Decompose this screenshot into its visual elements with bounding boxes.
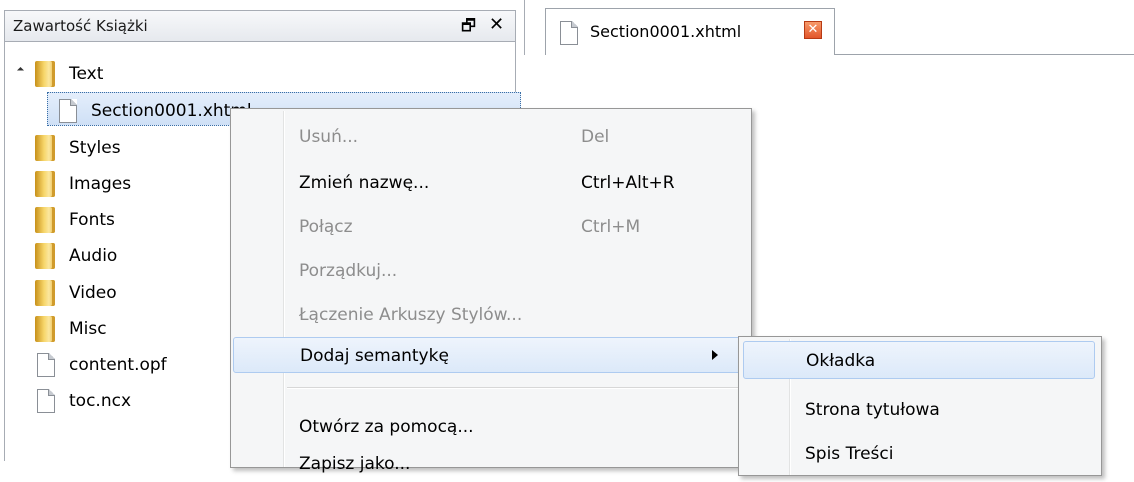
folder-icon (35, 316, 55, 342)
menu-item-label: Otwórz za pomocą... (299, 417, 474, 437)
menu-item-label: Zmień nazwę... (299, 173, 430, 193)
restore-window-icon[interactable]: 🗗 (461, 15, 476, 42)
folder-icon (35, 171, 55, 197)
file-icon (37, 353, 55, 377)
folder-icon (35, 135, 55, 161)
tree-item-label: Section0001.xhtml (91, 101, 252, 121)
menu-item-shortcut: Ctrl+Alt+R (581, 173, 675, 193)
panel-header: Zawartość Książki 🗗 ✕ (4, 10, 516, 42)
tree-item-label: Styles (69, 138, 121, 158)
tree-item-label: content.opf (69, 355, 167, 375)
submenu-item-label: Okładka (806, 351, 876, 371)
tree-item-label: Fonts (69, 210, 115, 230)
menu-item-delete[interactable]: Usuń... Del (233, 119, 749, 155)
submenu-item-title-page[interactable]: Strona tytułowa (743, 391, 1095, 429)
tree-item-label: Images (69, 174, 132, 194)
tree-item-label: Text (69, 64, 104, 84)
menu-item-save-as[interactable]: Zapisz jako... (233, 446, 749, 482)
menu-item-label: Zapisz jako... (299, 454, 411, 474)
menu-item-label: Porządkuj... (299, 261, 398, 281)
submenu-item-label: Spis Treści (805, 444, 894, 464)
tree-item-label: Video (69, 283, 117, 303)
menu-item-merge[interactable]: Połącz Ctrl+M (233, 209, 749, 245)
tab-label: Section0001.xhtml (590, 22, 742, 41)
folder-icon (35, 280, 55, 306)
panel-title: Zawartość Książki (13, 17, 148, 35)
file-icon (59, 99, 77, 123)
submenu-item-toc[interactable]: Spis Treści (743, 435, 1095, 473)
tree-item-text[interactable]: Text (5, 56, 515, 92)
menu-separator (287, 387, 743, 389)
editor-tab-bar: Section0001.xhtml ✕ (524, 0, 1134, 55)
semantics-submenu: Okładka Strona tytułowa Spis Treści (738, 336, 1102, 476)
menu-item-shortcut: Ctrl+M (581, 217, 641, 237)
menu-item-label: Dodaj semantykę (300, 346, 449, 366)
menu-item-rename[interactable]: Zmień nazwę... Ctrl+Alt+R (233, 165, 749, 201)
tree-item-label: Audio (69, 246, 118, 266)
context-menu: Usuń... Del Zmień nazwę... Ctrl+Alt+R Po… (230, 108, 752, 474)
folder-icon (35, 207, 55, 233)
menu-item-open-with[interactable]: Otwórz za pomocą... (233, 409, 749, 445)
menu-item-label: Łączenie Arkuszy Stylów... (299, 305, 523, 325)
submenu-arrow-icon (712, 350, 718, 360)
collapse-arrow-icon[interactable] (16, 66, 25, 75)
menu-item-add-semantics[interactable]: Dodaj semantykę (233, 337, 749, 373)
file-icon (37, 389, 55, 413)
menu-item-label: Usuń... (299, 127, 359, 147)
close-tab-icon[interactable]: ✕ (804, 21, 822, 39)
tree-item-label: Misc (69, 319, 107, 339)
menu-item-reorder[interactable]: Porządkuj... (233, 253, 749, 289)
tab-section0001[interactable]: Section0001.xhtml ✕ (545, 8, 835, 55)
menu-item-merge-stylesheets[interactable]: Łączenie Arkuszy Stylów... (233, 297, 749, 333)
submenu-item-label: Strona tytułowa (805, 400, 940, 420)
submenu-item-cover[interactable]: Okładka (743, 341, 1095, 379)
tree-item-label: toc.ncx (69, 391, 131, 411)
menu-item-label: Połącz (299, 217, 353, 237)
close-icon[interactable]: ✕ (489, 14, 504, 35)
file-icon (560, 21, 578, 45)
folder-icon (35, 243, 55, 269)
tab-baseline (835, 54, 1134, 55)
folder-icon (35, 61, 55, 87)
menu-item-shortcut: Del (581, 127, 610, 147)
